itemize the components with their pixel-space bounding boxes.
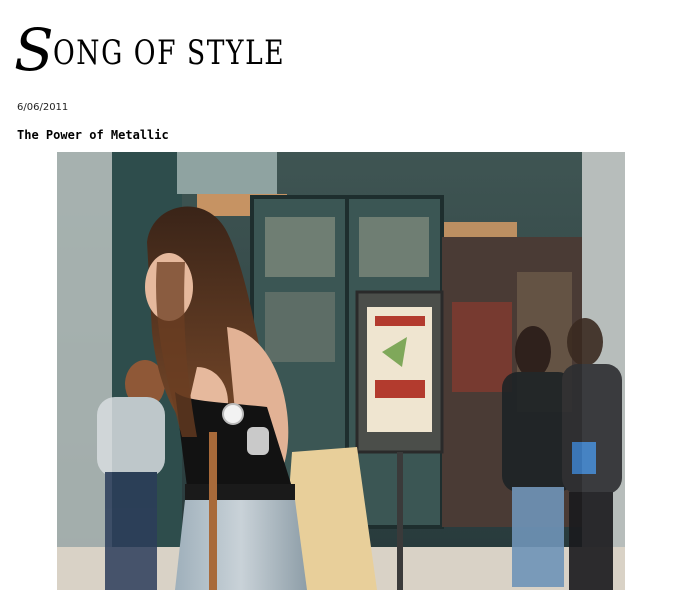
top-window [177,152,277,194]
post-date: 6/06/2011 [17,102,69,113]
blog-logo[interactable]: S ONG OF STYLE [14,16,350,79]
blog-logo-text: ONG OF STYLE [52,33,285,73]
post-title[interactable]: The Power of Metallic [17,128,169,142]
blog-logo-initial: S [14,16,55,84]
left-pillar [57,152,112,572]
street-style-photo [57,152,625,590]
post-photo[interactable] [57,152,625,590]
